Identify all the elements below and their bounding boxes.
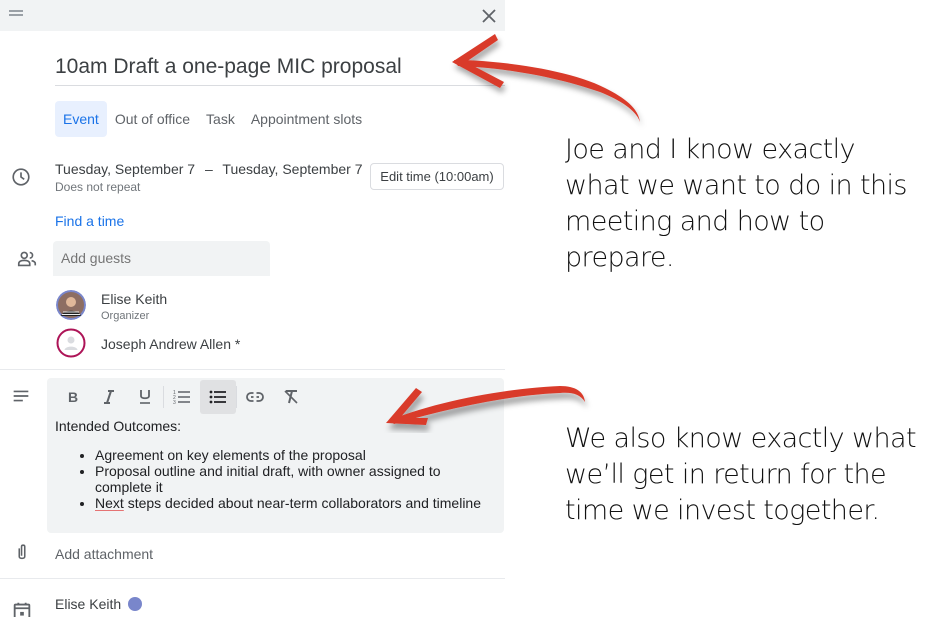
misspelled-word[interactable]: Next: [95, 495, 124, 511]
formatting-toolbar: B 123: [55, 380, 309, 414]
start-date[interactable]: Tuesday, September 7: [55, 161, 195, 177]
find-a-time-link[interactable]: Find a time: [55, 213, 124, 229]
end-date[interactable]: Tuesday, September 7: [222, 161, 362, 177]
annotation-text-top: Joe and I know exactly what we want to d…: [565, 132, 907, 276]
clear-formatting-icon: [284, 390, 298, 404]
event-type-tabs: Event Out of office Task Appointment slo…: [55, 101, 370, 137]
panel-header-bar: [0, 0, 505, 31]
clock-icon: [12, 168, 30, 186]
guest-avatar: [56, 290, 86, 320]
underline-icon: [140, 390, 150, 404]
bulleted-list-button[interactable]: [200, 380, 236, 414]
section-divider: [0, 578, 505, 579]
paperclip-icon: [18, 544, 26, 560]
remove-formatting-button[interactable]: [273, 380, 309, 414]
description-editor[interactable]: B 123 Intended Outcomes: • Agreement on …: [47, 378, 504, 533]
annotation-line: meeting and how to: [565, 206, 825, 237]
outcome-item: Proposal outline and initial draft, with…: [95, 463, 495, 495]
guest-name: Joseph Andrew Allen *: [101, 336, 241, 352]
calendar-owner-name: Elise Keith: [55, 596, 122, 612]
guest-name: Elise Keith: [101, 291, 168, 307]
numbered-list-icon: 123: [173, 390, 190, 406]
close-button[interactable]: [477, 4, 501, 28]
annotation-line: Joe and I know exactly: [565, 134, 856, 165]
people-icon: [17, 251, 37, 267]
section-divider: [0, 369, 505, 370]
calendar-icon: [13, 602, 31, 617]
annotation-line: We also know exactly what: [565, 423, 917, 454]
drag-handle-icon[interactable]: [9, 10, 23, 16]
italic-button[interactable]: [91, 380, 127, 414]
tab-appointment-slots[interactable]: Appointment slots: [243, 101, 370, 137]
tab-out-of-office[interactable]: Out of office: [107, 101, 198, 137]
event-editor-panel: 10am Draft a one-page MIC proposal Event…: [0, 0, 505, 617]
numbered-list-button[interactable]: 123: [164, 380, 200, 414]
bold-icon: B: [68, 389, 78, 405]
event-title[interactable]: 10am Draft a one-page MIC proposal: [55, 50, 505, 84]
annotation-line: prepare.: [565, 242, 674, 273]
svg-text:B: B: [68, 389, 78, 405]
svg-text:3: 3: [173, 400, 176, 406]
calendar-color-dot: [128, 597, 143, 611]
edit-time-button[interactable]: Edit time (10:00am): [370, 163, 504, 190]
repeat-status[interactable]: Does not repeat: [55, 180, 140, 194]
annotation-line: time we invest together.: [565, 495, 880, 526]
event-date-range: Tuesday, September 7 – Tuesday, Septembe…: [55, 161, 362, 177]
add-guests-input[interactable]: [53, 241, 270, 276]
italic-icon: [104, 390, 114, 404]
tab-task[interactable]: Task: [198, 101, 243, 137]
add-attachment-button[interactable]: Add attachment: [55, 546, 153, 562]
guest-avatar-placeholder: [56, 328, 86, 358]
guest-item[interactable]: Joseph Andrew Allen *: [56, 328, 240, 358]
date-separator: –: [204, 161, 213, 177]
outcome-item: Agreement on key elements of the proposa…: [95, 447, 495, 463]
underline-button[interactable]: [127, 380, 163, 414]
bulleted-list-icon: [209, 390, 226, 404]
description-text[interactable]: Intended Outcomes: Agreement on key elem…: [55, 418, 495, 511]
description-icon: [13, 390, 29, 402]
calendar-selector[interactable]: Elise Keith: [55, 596, 143, 612]
outcome-item: Next steps decided about near-term colla…: [95, 495, 495, 511]
outcome-list: Agreement on key elements of the proposa…: [55, 447, 495, 511]
annotation-text-bottom: We also know exactly what we’ll get in r…: [565, 421, 917, 529]
annotation-line: we’ll get in return for the: [565, 459, 887, 490]
annotation-line: what we want to do in this: [565, 170, 907, 201]
description-heading: Intended Outcomes:: [55, 418, 182, 434]
tab-event[interactable]: Event: [55, 101, 107, 137]
link-icon: [246, 392, 264, 402]
close-icon: [482, 9, 496, 23]
outcome-item-text: steps decided about near-term collaborat…: [127, 495, 481, 511]
event-title-field[interactable]: 10am Draft a one-page MIC proposal: [55, 50, 505, 86]
guest-role: Organizer: [101, 310, 150, 322]
guest-item[interactable]: Elise Keith Organizer: [56, 290, 167, 324]
bold-button[interactable]: B: [55, 380, 91, 414]
insert-link-button[interactable]: [237, 380, 273, 414]
